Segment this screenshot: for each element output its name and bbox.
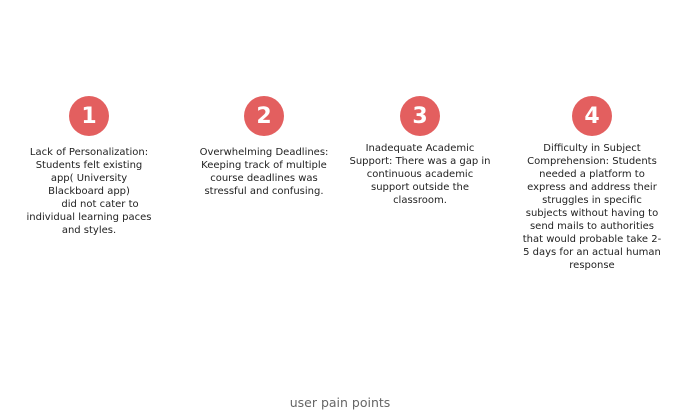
description-line: individual learning paces (26, 212, 152, 223)
number-badge: 3 (400, 96, 440, 136)
pain-point-description: Overwhelming Deadlines: Keeping track of… (200, 146, 329, 198)
description-line: express and address their (527, 182, 657, 193)
pain-point-description: Lack of Personalization: Students felt e… (26, 146, 151, 237)
description-line: Difficulty in Subject (543, 143, 641, 154)
description-line: 5 days for an actual human (523, 247, 661, 258)
description-line: Blackboard app) (48, 186, 130, 197)
description-line: continuous academic (366, 169, 474, 180)
description-line: needed a platform to (539, 169, 645, 180)
number-badge: 4 (572, 96, 612, 136)
description-line: classroom. (393, 195, 447, 206)
description-line: Overwhelming Deadlines: (199, 147, 329, 158)
pain-point-1: 1 Lack of Personalization: Students felt… (24, 96, 154, 237)
description-line: support outside the (370, 182, 470, 193)
description-line: stressful and confusing. (204, 186, 324, 197)
description-line: Students felt existing (35, 160, 143, 171)
pain-point-3: 3 Inadequate Academic Support: There was… (349, 96, 491, 207)
caption: user pain points (289, 395, 391, 410)
description-line: Lack of Personalization: (29, 147, 149, 158)
pain-point-description: Difficulty in Subject Comprehension: Stu… (523, 142, 662, 272)
description-line: send mails to authorities (529, 221, 655, 232)
description-line: Comprehension: Students (527, 156, 657, 167)
description-line: response (569, 260, 615, 271)
description-line: course deadlines was (210, 173, 318, 184)
description-line: Inadequate Academic (365, 143, 475, 154)
pain-point-4: 4 Difficulty in Subject Comprehension: S… (517, 96, 667, 272)
number-badge: 2 (244, 96, 284, 136)
description-line: app( University (50, 173, 128, 184)
description-line: Support: There was a gap in (349, 156, 491, 167)
description-line: Keeping track of multiple (201, 160, 327, 171)
number-badge: 1 (69, 96, 109, 136)
pain-point-description: Inadequate Academic Support: There was a… (349, 142, 490, 207)
description-line: subjects without having to (525, 208, 659, 219)
description-line: that would probable take 2- (522, 234, 662, 245)
description-line: and styles. (61, 225, 117, 236)
description-line: did not cater to (61, 199, 139, 210)
description-line: struggles in specific (542, 195, 642, 206)
pain-point-2: 2 Overwhelming Deadlines: Keeping track … (194, 96, 334, 198)
